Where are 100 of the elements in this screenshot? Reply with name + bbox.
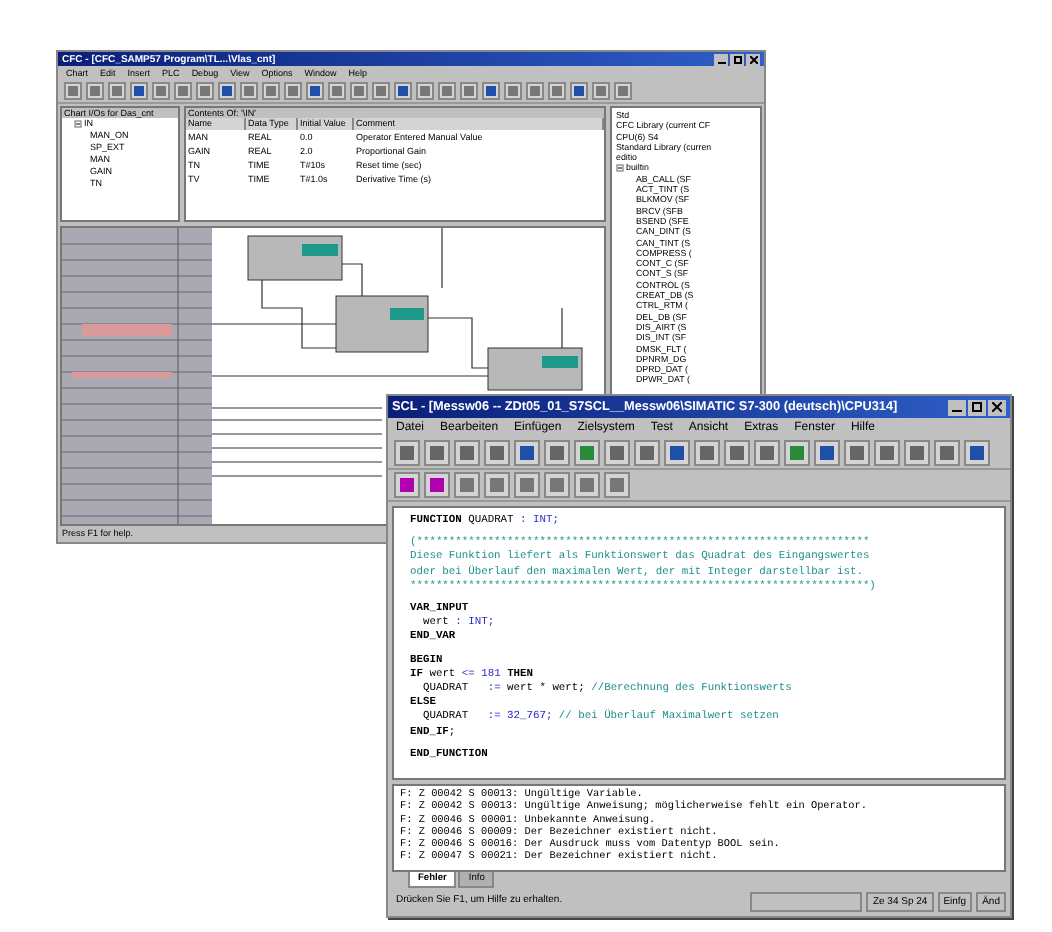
toolbar-button[interactable] <box>844 440 870 466</box>
toolbar-button[interactable] <box>484 472 510 498</box>
tool-icon <box>486 86 496 96</box>
toolbar-button[interactable] <box>454 472 480 498</box>
tool-icon <box>134 86 144 96</box>
expander-icon[interactable] <box>616 164 624 173</box>
tool-icon <box>420 86 430 96</box>
close-icon <box>992 402 1002 412</box>
maximize-button[interactable] <box>730 53 744 65</box>
tool-icon <box>520 478 534 492</box>
tool-icon <box>490 446 504 460</box>
toolbar-button[interactable] <box>934 440 960 466</box>
tool-icon <box>700 446 714 460</box>
toolbar-button[interactable] <box>544 472 570 498</box>
close-icon <box>749 55 757 63</box>
status-panel <box>750 892 863 912</box>
tool-icon <box>610 478 624 492</box>
toolbar-button[interactable] <box>484 440 510 466</box>
toolbar-button[interactable] <box>814 440 840 466</box>
toolbar-button[interactable] <box>574 472 600 498</box>
toolbar-button[interactable] <box>634 440 660 466</box>
tool-icon <box>820 446 834 460</box>
tool-icon <box>400 446 414 460</box>
expander-icon[interactable] <box>74 120 82 128</box>
tool-icon <box>112 86 122 96</box>
toolbar-button[interactable] <box>604 440 630 466</box>
toolbar-button[interactable] <box>874 440 900 466</box>
tool-icon <box>464 86 474 96</box>
function-block[interactable] <box>335 295 429 353</box>
connection-line <box>441 228 443 289</box>
toolbar-button[interactable] <box>454 440 480 466</box>
tool-icon <box>222 86 232 96</box>
toolbar-button[interactable] <box>694 440 720 466</box>
tool-icon <box>596 86 606 96</box>
tool-icon <box>68 86 78 96</box>
minimize-button[interactable] <box>714 53 728 65</box>
tool-icon <box>90 86 100 96</box>
close-button[interactable] <box>746 53 760 65</box>
tool-icon <box>332 86 342 96</box>
tool-icon <box>760 446 774 460</box>
toolbar-button[interactable] <box>964 440 990 466</box>
tool-icon <box>670 446 684 460</box>
tool-icon <box>730 446 744 460</box>
tool-icon <box>552 86 562 96</box>
tool-icon <box>460 446 474 460</box>
tool-icon <box>574 86 584 96</box>
tool-icon <box>580 446 594 460</box>
tool-icon <box>178 86 188 96</box>
tool-icon <box>442 86 452 96</box>
maximize-button[interactable] <box>968 399 986 415</box>
toolbar-button[interactable] <box>514 472 540 498</box>
toolbar-button[interactable] <box>424 472 450 498</box>
tool-icon <box>376 86 386 96</box>
toolbar-button[interactable] <box>424 440 450 466</box>
toolbar-button[interactable] <box>604 472 630 498</box>
connection-line <box>427 317 489 369</box>
tool-icon <box>550 446 564 460</box>
toolbar-button[interactable] <box>514 440 540 466</box>
tool-icon <box>530 86 540 96</box>
minimize-button[interactable] <box>948 399 966 415</box>
maximize-icon <box>733 55 741 63</box>
toolbar-button[interactable] <box>664 440 690 466</box>
tool-icon <box>880 446 894 460</box>
toolbar-button[interactable] <box>904 440 930 466</box>
tool-icon <box>790 446 804 460</box>
connection-line <box>341 263 363 297</box>
tool-icon <box>310 86 320 96</box>
tool-icon <box>970 446 984 460</box>
tool-icon <box>266 86 276 96</box>
close-button[interactable] <box>988 399 1006 415</box>
toolbar-button[interactable] <box>724 440 750 466</box>
tool-icon <box>288 86 298 96</box>
tool-icon <box>850 446 864 460</box>
tool-icon <box>354 86 364 96</box>
tool-icon <box>244 86 254 96</box>
toolbar-button[interactable] <box>784 440 810 466</box>
tool-icon <box>398 86 408 96</box>
tool-icon <box>400 478 414 492</box>
toolbar-button[interactable] <box>394 472 420 498</box>
tool-icon <box>520 446 534 460</box>
tool-icon <box>156 86 166 96</box>
tool-icon <box>550 478 564 492</box>
tool-icon <box>618 86 628 96</box>
tool-icon <box>580 478 594 492</box>
tool-icon <box>610 446 624 460</box>
tool-icon <box>910 446 924 460</box>
tool-icon <box>460 478 474 492</box>
tool-icon <box>200 86 210 96</box>
code-editor[interactable] <box>392 506 1006 780</box>
tool-icon <box>640 446 654 460</box>
toolbar-button[interactable] <box>574 440 600 466</box>
tool-icon <box>508 86 518 96</box>
toolbar-button[interactable] <box>544 440 570 466</box>
toolbar-button[interactable] <box>394 440 420 466</box>
toolbar-button[interactable] <box>754 440 780 466</box>
tool-icon <box>430 478 444 492</box>
connection-line <box>561 307 563 349</box>
function-block[interactable] <box>487 347 583 391</box>
function-block[interactable] <box>247 235 343 281</box>
tool-icon <box>430 446 444 460</box>
